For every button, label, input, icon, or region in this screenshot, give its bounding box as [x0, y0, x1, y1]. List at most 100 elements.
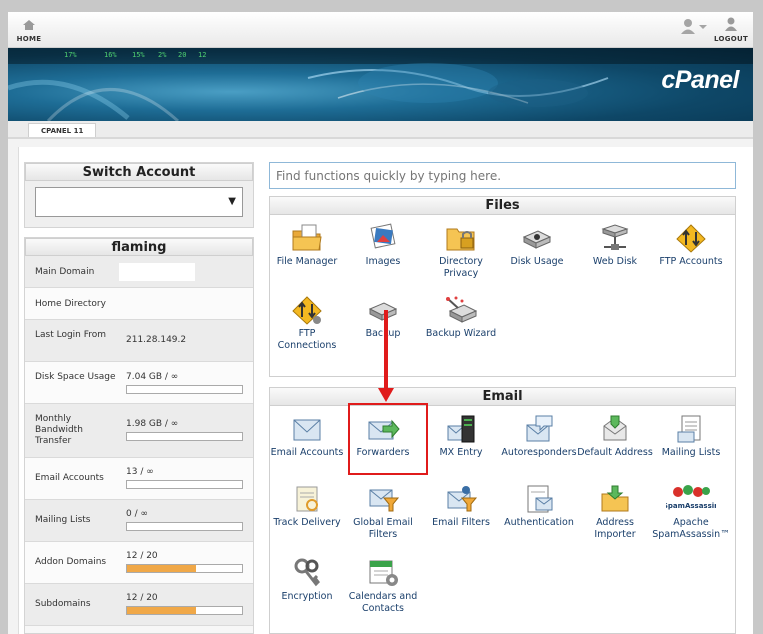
default-address-link[interactable]: Default Address	[576, 414, 654, 459]
annotation-arrow-line	[384, 310, 388, 390]
addon-domains-progress-bar	[126, 564, 243, 573]
email-accounts-link[interactable]: Email Accounts	[268, 414, 346, 459]
ftp-connections-link[interactable]: FTP Connections	[268, 295, 346, 352]
disk-usage-link[interactable]: Disk Usage	[498, 223, 576, 268]
icon-label: Mailing Lists	[661, 447, 721, 458]
stat-row-disk-space: Disk Space Usage 7.04 GB / ∞	[25, 362, 253, 404]
logout-label: LOGOUT	[713, 35, 749, 43]
mailing-lists-icon	[677, 415, 701, 443]
autoresponders-link[interactable]: Autoresponders	[500, 414, 578, 459]
dropdown-arrow-icon: ▼	[228, 196, 236, 207]
stat-label: Monthly Bandwidth Transfer	[35, 414, 83, 446]
switch-account-title: Switch Account	[25, 163, 253, 181]
icon-label: Images	[365, 256, 401, 267]
authentication-link[interactable]: Authentication	[500, 484, 578, 529]
version-tab: CPANEL 11	[28, 123, 97, 137]
stat-label: Mailing Lists	[35, 515, 91, 525]
calendars-contacts-link[interactable]: Calendars and Contacts	[344, 558, 422, 615]
file-manager-icon	[292, 224, 322, 251]
stat-value: 12 / 20	[126, 551, 158, 561]
icon-label: Authentication	[504, 517, 574, 528]
banner-network-art	[8, 63, 609, 121]
annotation-arrow-head	[378, 388, 394, 402]
calendars-contacts-icon	[369, 560, 398, 586]
mailing-lists-progress-bar	[126, 522, 243, 531]
switch-account-select[interactable]: ▼	[35, 187, 243, 217]
stat-label: Last Login From	[35, 330, 107, 340]
icon-label: Disk Usage	[510, 256, 564, 267]
icon-label: Address Importer	[594, 517, 636, 540]
file-manager-link[interactable]: File Manager	[268, 223, 346, 268]
stat-row-addon-domains: Addon Domains 12 / 20	[25, 542, 253, 584]
backup-wizard-icon	[446, 296, 478, 323]
stat-value: 12 / 20	[126, 593, 158, 603]
disk-space-progress-bar	[126, 385, 243, 394]
stat-row-subdomains: Subdomains 12 / 20	[25, 584, 253, 626]
stat-label: Email Accounts	[35, 473, 104, 483]
images-icon	[370, 223, 396, 249]
mx-entry-icon	[447, 415, 475, 443]
icon-label: Global Email Filters	[353, 517, 413, 540]
icon-label: FTP Connections	[277, 328, 337, 351]
backup-link[interactable]: Backup	[344, 295, 422, 340]
email-accounts-icon	[293, 419, 321, 441]
stat-label: Home Directory	[35, 299, 106, 309]
icon-label: MX Entry	[439, 447, 483, 458]
icon-label: File Manager	[276, 256, 338, 267]
bandwidth-progress-bar	[126, 432, 243, 441]
user-menu-button[interactable]	[679, 18, 709, 38]
ftp-accounts-link[interactable]: FTP Accounts	[652, 223, 730, 268]
backup-wizard-link[interactable]: Backup Wizard	[422, 295, 500, 340]
stat-row-bandwidth: Monthly Bandwidth Transfer 1.98 GB / ∞	[25, 404, 253, 458]
directory-privacy-icon	[446, 228, 475, 251]
home-button[interactable]: HOME	[14, 16, 44, 43]
images-link[interactable]: Images	[344, 223, 422, 268]
files-group: Files File Manager Images Directory Priv…	[269, 196, 736, 377]
mailing-lists-link[interactable]: Mailing Lists	[652, 414, 730, 459]
address-importer-link[interactable]: Address Importer	[576, 484, 654, 541]
account-stats-panel: flaming Main Domain Home Directory Last …	[24, 237, 254, 634]
authentication-icon	[527, 485, 553, 513]
ftp-accounts-icon	[676, 224, 706, 253]
track-delivery-link[interactable]: Track Delivery	[268, 484, 346, 529]
spamassassin-link[interactable]: SpamAssassin Apache SpamAssassin™	[652, 484, 730, 541]
icon-label: Email Accounts	[270, 447, 344, 458]
stat-row-main-domain: Main Domain	[25, 256, 253, 288]
icon-label: Directory Privacy	[439, 256, 483, 279]
home-label: HOME	[16, 35, 42, 43]
icon-label: Calendars and Contacts	[348, 591, 418, 614]
email-group-title: Email	[270, 388, 735, 406]
stat-label: Addon Domains	[35, 557, 107, 567]
backup-icon	[368, 302, 398, 321]
stat-label: Subdomains	[35, 599, 91, 609]
disk-usage-icon	[522, 230, 552, 249]
global-email-filters-icon	[369, 489, 400, 512]
forwarders-highlight-box	[348, 403, 428, 475]
icon-label: Autoresponders	[501, 447, 577, 458]
subdomains-progress-bar	[126, 606, 243, 615]
icon-label: Apache SpamAssassin™	[652, 517, 730, 540]
cpanel-banner: 17% 16% 15% 2% 20 12 cPanel	[8, 48, 753, 121]
stat-label: Disk Space Usage	[35, 372, 116, 382]
mx-entry-link[interactable]: MX Entry	[422, 414, 500, 459]
email-filters-link[interactable]: Email Filters	[422, 484, 500, 529]
ftp-connections-icon	[292, 296, 322, 325]
icon-label: Web Disk	[592, 256, 638, 267]
home-icon	[23, 20, 35, 30]
icon-label: Email Filters	[432, 517, 490, 528]
stat-value: 0 / ∞	[126, 509, 148, 519]
stat-value: 1.98 GB / ∞	[126, 419, 179, 429]
global-email-filters-link[interactable]: Global Email Filters	[344, 484, 422, 541]
web-disk-link[interactable]: Web Disk	[576, 223, 654, 268]
encryption-link[interactable]: Encryption	[268, 558, 346, 603]
icon-label: Default Address	[577, 447, 653, 458]
email-filters-icon	[447, 486, 478, 512]
stat-value: 13 / ∞	[126, 467, 154, 477]
track-delivery-icon	[296, 486, 318, 512]
icon-label: Track Delivery	[273, 517, 341, 528]
function-search-input[interactable]	[269, 162, 736, 189]
logout-button[interactable]: LOGOUT	[713, 16, 749, 43]
email-accounts-progress-bar	[126, 480, 243, 489]
stat-row-mailing-lists: Mailing Lists 0 / ∞	[25, 500, 253, 542]
directory-privacy-link[interactable]: Directory Privacy	[422, 223, 500, 280]
